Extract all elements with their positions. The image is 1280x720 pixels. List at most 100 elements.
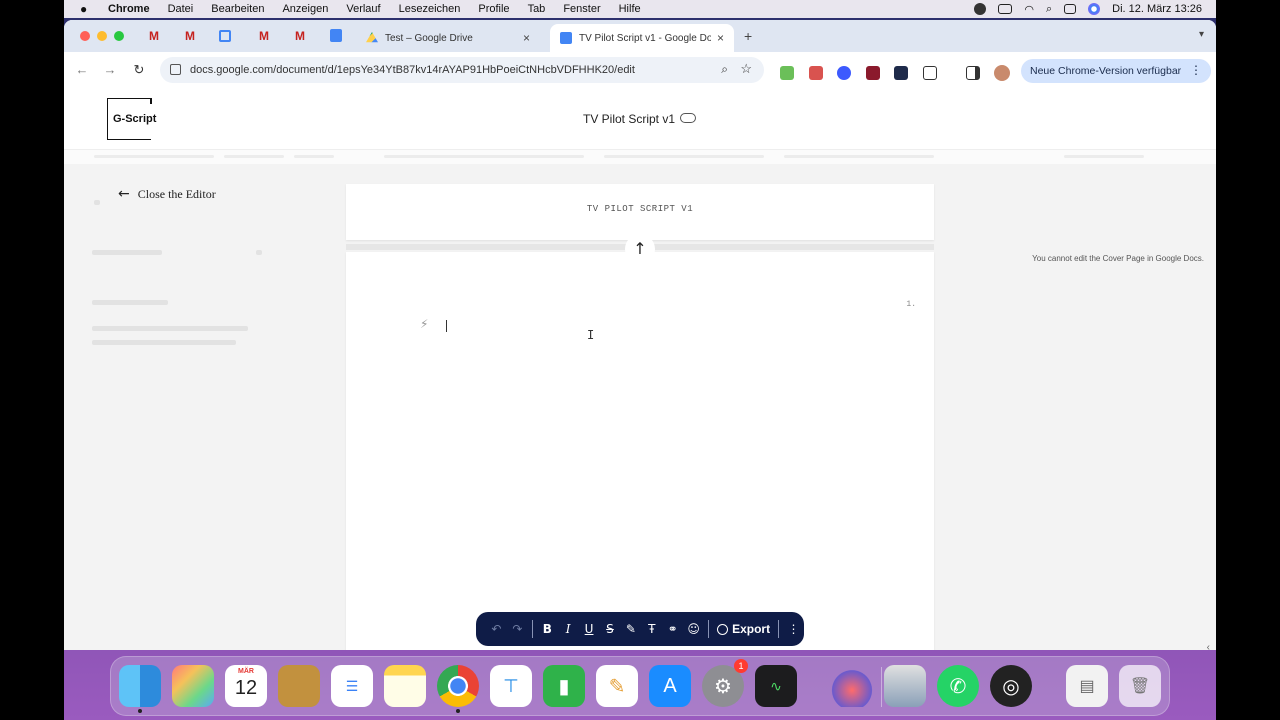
- strikethrough-button[interactable]: S: [600, 619, 621, 639]
- editor-body: ← Close the Editor TV PILOT SCRIPT V1 1.…: [64, 164, 1216, 650]
- tab-label: Test – Google Drive: [385, 32, 473, 44]
- zoom-icon[interactable]: ⌕: [721, 62, 728, 77]
- tab-search-chevron-icon[interactable]: ▾: [1199, 29, 1204, 40]
- activity-monitor-icon[interactable]: ∿: [755, 665, 797, 707]
- extension-1-icon[interactable]: [780, 66, 794, 80]
- pinned-tab-docs-icon[interactable]: [330, 29, 342, 42]
- menu-status-area: ◠ ⌕ Di. 12. März 13:26: [974, 3, 1216, 16]
- whatsapp-icon[interactable]: ✆: [937, 665, 979, 707]
- menu-item-anzeigen[interactable]: Anzeigen: [282, 3, 328, 15]
- menu-item-datei[interactable]: Datei: [168, 3, 194, 15]
- profile-avatar[interactable]: [994, 65, 1010, 81]
- new-tab-button[interactable]: +: [744, 28, 752, 44]
- more-options-icon[interactable]: ⋮: [783, 619, 804, 639]
- side-panel-icon[interactable]: [966, 66, 980, 80]
- site-info-icon[interactable]: [170, 64, 181, 75]
- apple-menu-icon[interactable]: ●: [80, 3, 92, 15]
- close-editor-button[interactable]: ← Close the Editor: [118, 186, 216, 202]
- extension-4-icon[interactable]: [866, 66, 880, 80]
- italic-button[interactable]: I: [558, 619, 579, 639]
- downloads-folder-icon[interactable]: ▤: [1066, 665, 1108, 707]
- menu-item-profile[interactable]: Profile: [478, 3, 509, 15]
- scroll-up-button[interactable]: ↑: [625, 234, 655, 264]
- cover-page: TV PILOT SCRIPT V1: [346, 184, 934, 240]
- siri-icon[interactable]: [1088, 3, 1101, 15]
- pages-icon[interactable]: ✎: [596, 665, 638, 707]
- ai-sparkle-icon[interactable]: ⚡: [420, 317, 428, 331]
- undo-icon[interactable]: ↶: [486, 619, 507, 639]
- ghost-line: [92, 300, 168, 305]
- fullscreen-window-button[interactable]: [114, 31, 124, 41]
- menu-item-lesezeichen[interactable]: Lesezeichen: [399, 3, 461, 15]
- tab-google-drive[interactable]: Test – Google Drive ×: [356, 24, 540, 52]
- trash-icon[interactable]: 🗑: [1119, 665, 1161, 707]
- bookmark-star-icon[interactable]: ☆: [740, 61, 752, 77]
- emoji-icon[interactable]: ☺: [683, 619, 704, 639]
- address-url: docs.google.com/document/d/1epsYe34YtB87…: [190, 64, 635, 76]
- pinned-tab-gmail-4-icon[interactable]: M: [292, 28, 308, 44]
- preview-icon[interactable]: [884, 665, 926, 707]
- tab-close-icon[interactable]: ×: [717, 31, 724, 45]
- pinned-tab-gmail-2-icon[interactable]: M: [182, 28, 198, 44]
- text-style-button[interactable]: Ŧ: [641, 619, 662, 639]
- tab-close-icon[interactable]: ×: [523, 31, 530, 45]
- obs-icon[interactable]: ◎: [990, 665, 1032, 707]
- bold-button[interactable]: B: [537, 619, 558, 639]
- keynote-icon[interactable]: ⊤: [490, 665, 532, 707]
- control-center-icon[interactable]: [1064, 4, 1077, 14]
- chrome-update-button[interactable]: Neue Chrome-Version verfügbar ⋮: [1021, 59, 1211, 83]
- menu-item-bearbeiten[interactable]: Bearbeiten: [211, 3, 264, 15]
- forward-arrow-icon[interactable]: →: [102, 62, 118, 77]
- extension-2-icon[interactable]: [809, 66, 823, 80]
- link-icon[interactable]: [680, 113, 696, 123]
- menu-app-name[interactable]: Chrome: [108, 3, 150, 15]
- close-window-button[interactable]: [80, 31, 90, 41]
- installer-icon[interactable]: [831, 665, 873, 707]
- menu-item-fenster[interactable]: Fenster: [563, 3, 600, 15]
- highlight-pen-icon[interactable]: ✎: [620, 619, 641, 639]
- wifi-icon[interactable]: ◠: [1024, 3, 1034, 16]
- extension-3-icon[interactable]: [837, 66, 851, 80]
- reminders-icon[interactable]: ☰: [331, 665, 373, 707]
- back-arrow-icon[interactable]: ←: [74, 62, 90, 77]
- menu-item-hilfe[interactable]: Hilfe: [619, 3, 641, 15]
- chrome-icon[interactable]: [437, 665, 479, 713]
- mac-dock: MÄR 12 ☰ ⊤ ▮ ✎ A ⚙ 1 ∿ ✆ ◎ ▤ 🗑: [110, 656, 1170, 716]
- minimize-window-button[interactable]: [97, 31, 107, 41]
- menu-item-verlauf[interactable]: Verlauf: [346, 3, 380, 15]
- chrome-window: M M M M Test – Google Drive × TV Pilot S…: [64, 20, 1216, 650]
- numbers-icon[interactable]: ▮: [543, 665, 585, 707]
- left-panel: ← Close the Editor: [64, 164, 346, 650]
- screen-record-icon[interactable]: [974, 3, 987, 15]
- window-controls: [80, 31, 124, 41]
- menu-item-tab[interactable]: Tab: [528, 3, 546, 15]
- g-script-logo[interactable]: G-Script: [107, 98, 156, 140]
- extensions-puzzle-icon[interactable]: [923, 66, 937, 80]
- arrow-left-icon: ←: [118, 186, 130, 202]
- extension-5-icon[interactable]: [894, 66, 908, 80]
- launchpad-icon[interactable]: [172, 665, 214, 707]
- app-store-icon[interactable]: A: [649, 665, 691, 707]
- address-bar[interactable]: docs.google.com/document/d/1epsYe34YtB87…: [160, 57, 764, 83]
- more-menu-icon[interactable]: ⋮: [1190, 63, 1202, 77]
- script-page[interactable]: 1. ⚡ I: [346, 252, 934, 650]
- link-icon[interactable]: ⚭: [662, 619, 683, 639]
- pinned-tab-calendar-icon[interactable]: [219, 30, 231, 42]
- notes-icon[interactable]: [384, 665, 426, 707]
- menu-clock[interactable]: Di. 12. März 13:26: [1112, 3, 1202, 15]
- reload-icon[interactable]: ↻: [131, 62, 147, 78]
- tab-tv-pilot-script[interactable]: TV Pilot Script v1 - Google Do ×: [550, 24, 734, 52]
- dock-separator: [881, 667, 882, 707]
- finder-icon[interactable]: [119, 665, 161, 713]
- spotlight-search-icon[interactable]: ⌕: [1046, 3, 1052, 16]
- pinned-tab-gmail-1-icon[interactable]: M: [146, 28, 162, 44]
- battery-icon[interactable]: [998, 4, 1013, 14]
- contacts-icon[interactable]: [278, 665, 320, 707]
- calendar-icon[interactable]: MÄR 12: [225, 665, 267, 707]
- system-settings-icon[interactable]: ⚙ 1: [702, 659, 748, 707]
- export-button[interactable]: Export: [713, 622, 774, 636]
- underline-button[interactable]: U: [579, 619, 600, 639]
- collapse-chevron-icon[interactable]: ‹: [1207, 642, 1210, 650]
- pinned-tab-gmail-3-icon[interactable]: M: [256, 28, 272, 44]
- redo-icon[interactable]: ↷: [507, 619, 528, 639]
